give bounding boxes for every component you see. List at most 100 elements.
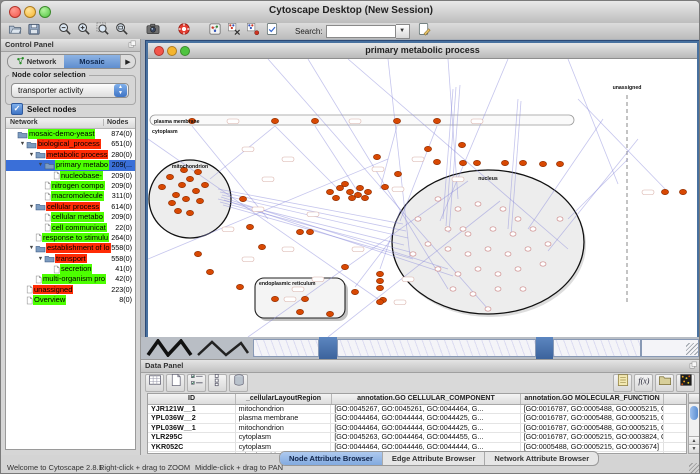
notepad-button[interactable] xyxy=(613,374,632,392)
select-attributes-button[interactable] xyxy=(187,374,206,392)
tab-overflow-button[interactable]: ▶ xyxy=(120,55,135,68)
network-node[interactable] xyxy=(172,192,179,197)
search-config-button[interactable] xyxy=(416,24,432,39)
network-node[interactable] xyxy=(296,309,303,314)
network-node[interactable] xyxy=(306,229,313,234)
network-node[interactable] xyxy=(158,184,165,189)
network-node[interactable] xyxy=(530,227,536,231)
network-node[interactable] xyxy=(445,247,451,251)
network-node[interactable] xyxy=(459,160,466,165)
open-file-button[interactable] xyxy=(7,24,23,39)
tree-row-mosaic-demo-yeast[interactable]: mosaic-demo-yeast874(0) xyxy=(6,129,135,139)
network-node[interactable] xyxy=(239,196,246,201)
network-node[interactable] xyxy=(346,189,353,194)
network-node[interactable] xyxy=(485,307,491,311)
formula-fx-button[interactable]: f(x) xyxy=(634,374,653,392)
network-node[interactable] xyxy=(519,160,526,165)
network-node[interactable] xyxy=(490,227,496,231)
network-node[interactable] xyxy=(271,118,278,123)
zoom-in-button[interactable] xyxy=(76,24,92,39)
network-node[interactable] xyxy=(246,224,253,229)
network-node[interactable] xyxy=(435,267,441,271)
network-node[interactable] xyxy=(341,264,348,269)
row-height-button[interactable] xyxy=(208,374,227,392)
network-node[interactable] xyxy=(364,189,371,194)
network-node[interactable] xyxy=(341,181,348,186)
expand-arrow-icon[interactable]: ▼ xyxy=(28,202,35,212)
network-node[interactable] xyxy=(661,189,668,194)
scrollbar-thumb[interactable] xyxy=(690,406,698,420)
network-node[interactable] xyxy=(182,196,189,201)
network-node[interactable] xyxy=(501,160,508,165)
tree-row-unassigned[interactable]: unassigned223(0) xyxy=(6,285,135,295)
tree-row-cellular-process[interactable]: ▼cellular process614(0) xyxy=(6,202,135,212)
new-attribute-button[interactable] xyxy=(166,374,185,392)
tree-row-nucleobase-[interactable]: nucleobase-209(0) xyxy=(6,171,135,181)
save-button[interactable] xyxy=(26,24,42,39)
submit-form-button[interactable] xyxy=(264,24,280,39)
network-node[interactable] xyxy=(475,202,481,206)
network-node[interactable] xyxy=(301,296,308,301)
network-node[interactable] xyxy=(351,289,358,294)
search-input[interactable] xyxy=(326,25,396,38)
network-node[interactable] xyxy=(520,287,526,291)
table-column-header[interactable]: annotation.GO CELLULAR_COMPONENT xyxy=(332,394,521,404)
network-node[interactable] xyxy=(356,185,363,190)
vizmap-button[interactable] xyxy=(207,24,223,39)
merge-networks-button[interactable] xyxy=(226,24,242,39)
network-node[interactable] xyxy=(373,154,380,159)
table-row[interactable]: YPL036W__2plasma membrane[GO:0044464, GO… xyxy=(148,414,686,423)
network-node[interactable] xyxy=(410,252,416,256)
tree-row-biological-process[interactable]: ▼biological_process651(0) xyxy=(6,139,135,149)
network-node[interactable] xyxy=(435,197,441,201)
zoom-fit-button[interactable] xyxy=(114,24,130,39)
float-panel-icon[interactable] xyxy=(689,361,698,370)
network-node[interactable] xyxy=(465,252,471,256)
network-node[interactable] xyxy=(515,217,521,221)
network-node[interactable] xyxy=(445,227,451,231)
network-node[interactable] xyxy=(515,267,521,271)
network-node[interactable] xyxy=(557,217,563,221)
network-node[interactable] xyxy=(455,272,461,276)
network-node[interactable] xyxy=(178,182,185,187)
tree-row-overview[interactable]: Overview8(0) xyxy=(6,295,135,305)
expand-arrow-icon[interactable]: ▼ xyxy=(19,139,26,149)
network-node[interactable] xyxy=(376,285,383,290)
network-node[interactable] xyxy=(500,207,506,211)
background-window[interactable] xyxy=(253,339,319,357)
node-color-dropdown[interactable]: transporter activity ▲▼ xyxy=(11,83,129,98)
select-nodes-checkbox[interactable]: ✓ xyxy=(11,103,23,115)
network-node[interactable] xyxy=(326,311,333,316)
tree-row-macromolecule[interactable]: macromolecule311(0) xyxy=(6,191,135,201)
import-attributes-button[interactable] xyxy=(655,374,674,392)
tree-row-primary-metabo[interactable]: ▼primary metabo209(... xyxy=(6,160,135,170)
network-node[interactable] xyxy=(556,161,563,166)
tree-row-cellular-metabo[interactable]: cellular metabo209(0) xyxy=(6,212,135,222)
search-dropdown-button[interactable]: ▼ xyxy=(396,24,410,39)
network-node[interactable] xyxy=(415,217,421,221)
table-row[interactable]: YJR121W__1mitochondrion[GO:0045267, GO:0… xyxy=(148,405,686,414)
network-node[interactable] xyxy=(174,208,181,213)
network-node[interactable] xyxy=(540,262,546,266)
expand-arrow-icon[interactable]: ▼ xyxy=(37,254,44,264)
network-node[interactable] xyxy=(433,118,440,123)
network-node[interactable] xyxy=(192,188,199,193)
network-node[interactable] xyxy=(168,200,175,205)
network-node[interactable] xyxy=(394,171,401,176)
app-resize-grip[interactable] xyxy=(689,463,700,474)
network-node[interactable] xyxy=(166,174,173,179)
tree-row-secretion[interactable]: secretion41(0) xyxy=(6,264,135,274)
table-row[interactable]: YLR295Ccytoplasm[GO:0045263, GO:0044464,… xyxy=(148,433,686,442)
network-node[interactable] xyxy=(505,252,511,256)
network-node[interactable] xyxy=(460,227,466,231)
tree-row-multi-organism-pro[interactable]: multi-organism pro42(0) xyxy=(6,274,135,284)
network-node[interactable] xyxy=(206,269,213,274)
network-node[interactable] xyxy=(495,272,501,276)
zoom-selected-button[interactable] xyxy=(95,24,111,39)
network-node[interactable] xyxy=(525,247,531,251)
network-node[interactable] xyxy=(271,296,278,301)
network-node[interactable] xyxy=(381,184,388,189)
expand-arrow-icon[interactable]: ▼ xyxy=(37,160,44,170)
table-row[interactable]: YPL036W__1mitochondrion[GO:0044464, GO:0… xyxy=(148,424,686,433)
network-node[interactable] xyxy=(455,207,461,211)
